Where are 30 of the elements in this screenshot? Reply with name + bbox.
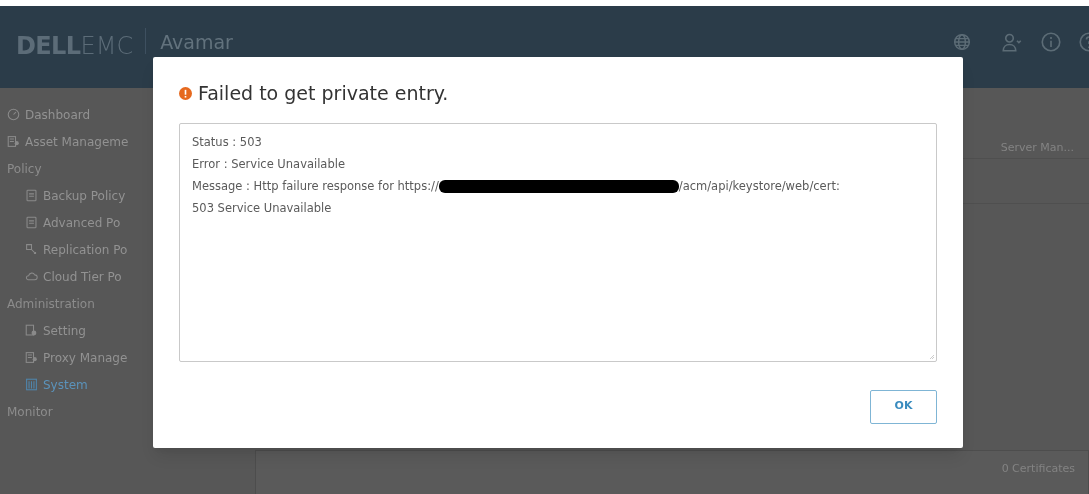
globe-icon[interactable]: [953, 33, 971, 51]
sidebar-item[interactable]: Asset Manageme: [0, 128, 153, 155]
replicate-icon: [25, 243, 38, 256]
gauge-icon: [7, 108, 20, 121]
clipboard-icon: [7, 135, 20, 148]
info-icon[interactable]: [1041, 32, 1061, 52]
document-icon: [25, 189, 38, 202]
document-icon: [25, 216, 38, 229]
settings-icon: [25, 324, 38, 337]
detail-line: /acm/api/keystore/web/cert:: [678, 177, 840, 195]
sidebar-item[interactable]: Replication Po: [0, 236, 153, 263]
sidebar-item[interactable]: System: [0, 371, 153, 398]
alert-icon: [179, 86, 192, 100]
detail-line: Status : 503: [192, 133, 263, 151]
clipboard-icon: [25, 351, 38, 364]
ok-button[interactable]: OK: [870, 389, 937, 424]
sidebar-item[interactable]: Proxy Manage: [0, 344, 153, 371]
sidebar-item[interactable]: Dashboard: [0, 101, 153, 128]
detail-line: 503 Service Unavailable: [192, 199, 333, 217]
sidebar-item[interactable]: Setting: [0, 317, 153, 344]
detail-line: Error : Service Unavailable: [192, 155, 346, 173]
detail-line: Message : Http failure response for https://: [192, 177, 439, 195]
details-textbox[interactable]: Status : 503 Error : Service Unavailable Message : Http failure response for https:// /acm/api/keystore/web/cert: 503 Service Unavailable: [179, 122, 937, 362]
dialog-title: Failed to get private entry.: [198, 81, 449, 106]
sidebar-item[interactable]: Backup Policy: [0, 182, 153, 209]
sidebar-item[interactable]: Advanced Po: [0, 209, 153, 236]
user-icon[interactable]: [1001, 32, 1023, 52]
server-icon: [25, 378, 38, 391]
cloud-icon: [25, 270, 38, 283]
sidebar-item[interactable]: Cloud Tier Po: [0, 263, 153, 290]
